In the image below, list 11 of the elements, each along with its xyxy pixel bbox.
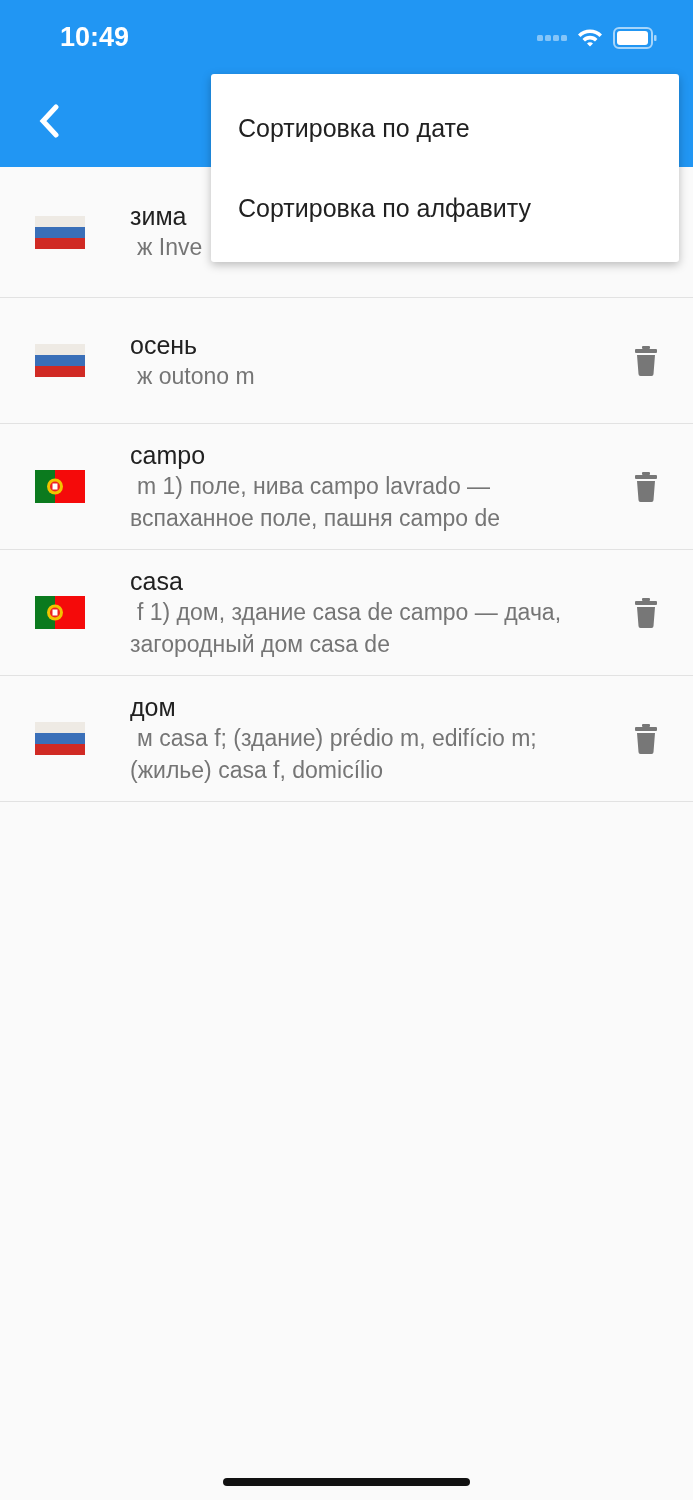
word-definition: m 1) поле, нива campo lavrado — вспаханное поле, пашня campo de [130, 471, 502, 533]
word-title: campo [130, 439, 206, 470]
word-definition: ж outono m [136, 361, 255, 391]
word-definition: ж Inve [136, 233, 203, 262]
word-title: casa [130, 565, 183, 596]
word-definition: м casa f; (здание) prédio m, edifício m; (жилье) casa f, domicílio [130, 723, 538, 785]
status-time: 10:49 [60, 22, 130, 53]
word-definition: f 1) дом, здание casa de campo — дача, загородный дом casa de [130, 597, 563, 659]
word-title: зима [130, 201, 187, 231]
word-title: дом [130, 691, 176, 722]
word-title: осень [130, 329, 198, 360]
